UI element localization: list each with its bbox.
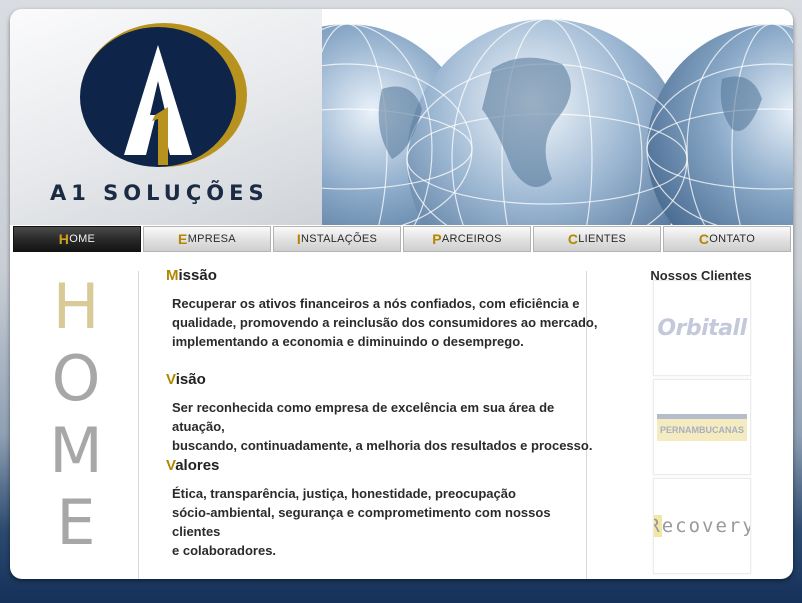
visao-line: Ser reconhecida como empresa de excelênc… — [172, 400, 555, 434]
nav-instalacoes-label: NSTALAÇÕES — [301, 233, 378, 245]
client-pernambucanas[interactable]: PERNAMBUCANAS — [653, 379, 751, 475]
visao-cap: V — [166, 371, 176, 388]
nav-contato-label: ONTATO — [709, 233, 756, 245]
missao-line: Recuperar os ativos financeiros a nós co… — [172, 296, 580, 311]
main-nav: H OME E MPRESA I NSTALAÇÕES P ARCEIROS C LIEN… — [13, 226, 791, 252]
nav-parceiros-label: ARCEIROS — [441, 233, 502, 245]
pernambucanas-logo: PERNAMBUCANAS — [657, 413, 747, 441]
nav-home-label: OME — [69, 233, 96, 245]
orbitall-logo: Orbitall — [657, 315, 747, 341]
home-letter-h: H — [52, 270, 100, 343]
valores-heading: Valores — [166, 457, 219, 474]
visao-rest: isão — [175, 371, 206, 388]
visao-line: buscando, continuadamente, a melhoria do… — [172, 438, 593, 453]
nav-home[interactable]: H OME — [13, 226, 141, 252]
company-logo-icon: A — [72, 15, 247, 167]
missao-cap: M — [166, 267, 179, 284]
nav-home-cap: H — [58, 231, 70, 247]
nav-empresa[interactable]: E MPRESA — [143, 226, 271, 252]
nav-parceiros-cap: P — [432, 231, 442, 247]
recovery-logo-rest: ecovery — [661, 515, 751, 537]
valores-rest: alores — [175, 457, 220, 474]
logo-letter: A — [72, 15, 73, 16]
brand-name: A1 SOLUÇÕES — [50, 181, 269, 205]
left-divider — [138, 271, 139, 579]
nav-clientes-label: LIENTES — [578, 233, 627, 245]
valores-line: sócio-ambiental, segurança e comprometim… — [172, 505, 551, 539]
missao-rest: issão — [178, 267, 217, 284]
valores-line: e colaboradores. — [172, 543, 277, 558]
nav-empresa-cap: E — [178, 231, 188, 247]
missao-heading: Missão — [166, 267, 217, 284]
recovery-logo-initial: R — [654, 515, 662, 537]
valores-text: Ética, transparência, justiça, honestida… — [172, 484, 602, 560]
client-orbitall[interactable]: Orbitall — [653, 280, 751, 376]
page-frame: A A1 SOLUÇÕES H OME E MPRESA I NSTALAÇÕE… — [10, 9, 793, 579]
valores-cap: V — [166, 457, 176, 474]
home-letter-o: O — [51, 342, 101, 415]
globes-banner — [322, 9, 793, 225]
recovery-logo: Recovery — [654, 515, 751, 537]
nav-instalacoes[interactable]: I NSTALAÇÕES — [273, 226, 401, 252]
visao-heading: Visão — [166, 371, 206, 388]
header: A A1 SOLUÇÕES — [10, 9, 793, 225]
globe-image — [322, 18, 793, 225]
logo-area[interactable]: A A1 SOLUÇÕES — [10, 9, 322, 225]
missao-text: Recuperar os ativos financeiros a nós co… — [172, 294, 602, 351]
valores-line: Ética, transparência, justiça, honestida… — [172, 486, 516, 501]
nav-clientes[interactable]: C LIENTES — [533, 226, 661, 252]
nav-empresa-label: MPRESA — [187, 233, 236, 245]
home-letter-m: M — [49, 414, 103, 487]
missao-line: qualidade, promovendo a reinclusão dos c… — [172, 315, 598, 330]
missao-line: implementando a economia e diminuindo o … — [172, 334, 524, 349]
home-letter-e: E — [56, 486, 96, 559]
nav-parceiros[interactable]: P ARCEIROS — [403, 226, 531, 252]
visao-text: Ser reconhecida como empresa de excelênc… — [172, 398, 602, 455]
nav-contato-cap: C — [698, 231, 710, 247]
nav-clientes-cap: C — [567, 231, 579, 247]
nav-contato[interactable]: C ONTATO — [663, 226, 791, 252]
home-vertical-word: H O M E — [40, 271, 112, 559]
client-recovery[interactable]: Recovery — [653, 478, 751, 574]
